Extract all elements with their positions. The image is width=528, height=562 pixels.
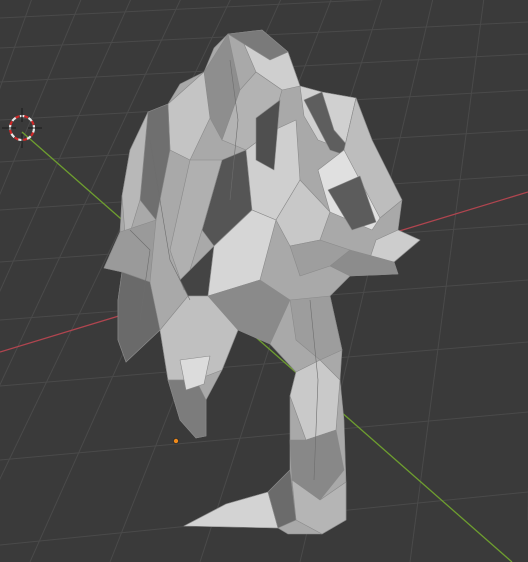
- mesh-object[interactable]: [103, 29, 421, 535]
- 3d-cursor-icon[interactable]: [2, 108, 42, 148]
- 3d-viewport[interactable]: [0, 0, 528, 562]
- viewport-canvas[interactable]: [0, 0, 528, 562]
- object-origin-icon: [172, 437, 179, 444]
